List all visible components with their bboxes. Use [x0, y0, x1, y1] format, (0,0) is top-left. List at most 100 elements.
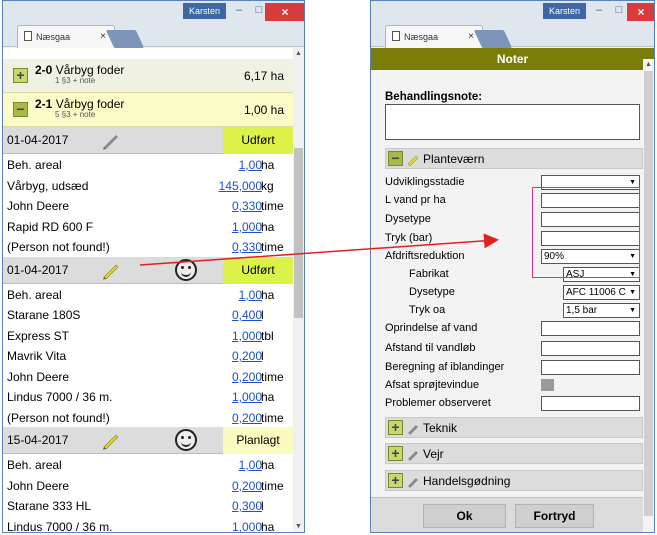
line-unit: ha [261, 219, 275, 234]
collapse-button[interactable]: − [13, 102, 28, 117]
ok-button[interactable]: Ok [423, 504, 506, 528]
line-value-link[interactable]: 1,00 [239, 288, 262, 302]
scroll-thumb[interactable] [294, 148, 303, 318]
collapse-button[interactable]: − [388, 151, 403, 166]
document-icon [24, 31, 32, 41]
browser-tab[interactable]: Næsgaa × [17, 25, 115, 48]
status-badge[interactable]: Udført [223, 127, 293, 154]
section-plantevaern[interactable]: − Planteværn [385, 148, 643, 169]
line-value-link[interactable]: 0,200 [232, 370, 262, 384]
expand-button[interactable]: + [13, 68, 28, 83]
user-button[interactable]: Karsten [543, 3, 587, 19]
form-row: Beregning af iblandinger [385, 360, 643, 375]
status-badge[interactable]: Planlagt [223, 427, 293, 454]
line-value-link[interactable]: 0,330 [232, 240, 262, 254]
line-value-link[interactable]: 1,000 [232, 390, 262, 404]
field-area: 1,00 ha [243, 103, 284, 117]
select-value: 1,5 bar [566, 305, 598, 316]
line-label: Beh. areal [7, 458, 62, 472]
form-label: Afdriftsreduktion [385, 250, 465, 262]
note-textarea[interactable] [385, 104, 640, 140]
oprindelse-input[interactable] [541, 321, 640, 336]
line-value-link[interactable]: 1,000 [232, 220, 262, 234]
line-unit: time [261, 199, 284, 213]
close-window-button[interactable]: × [265, 3, 304, 21]
beregning-input[interactable] [541, 360, 640, 375]
field-crop: Vårbyg foder [55, 63, 125, 77]
list-item: Lindus 7000 / 36 m. 1,000 ha [3, 386, 304, 407]
pencil-icon [408, 451, 418, 461]
section-teknik[interactable]: + Teknik [385, 417, 643, 438]
line-value-link[interactable]: 1,00 [239, 458, 262, 472]
tab-close-icon[interactable]: × [468, 26, 474, 48]
line-value-link[interactable]: 0,200 [232, 349, 262, 363]
line-value-link[interactable]: 1,000 [232, 520, 262, 533]
line-unit: l [261, 308, 264, 322]
afsat-checkbox[interactable] [541, 379, 554, 391]
problemer-input[interactable] [541, 396, 640, 411]
form-row: Afstand til vandløb [385, 341, 643, 356]
user-button[interactable]: Karsten [183, 3, 227, 19]
line-value-link[interactable]: 0,200 [232, 479, 262, 493]
browser-tab[interactable]: Næsgaa × [385, 25, 483, 48]
line-value-link[interactable]: 0,330 [232, 199, 262, 213]
form-label: Problemer observeret [385, 397, 491, 409]
field-subtitle: 1 §3 + note [55, 76, 96, 85]
treatment-date: 01-04-2017 [7, 262, 69, 277]
form-row: Tryk oa 1,5 bar ▼ [385, 303, 643, 318]
scroll-up-icon[interactable]: ▲ [293, 48, 304, 59]
line-value-link[interactable]: 0,200 [232, 411, 262, 425]
line-label: Express ST [7, 328, 70, 343]
line-label: (Person not found!) [7, 240, 110, 254]
list-item: John Deere 0,200 time [3, 366, 304, 387]
dysetype-select[interactable]: AFC 11006 C ▼ [563, 285, 640, 300]
section-handelsgodning[interactable]: + Handelsgødning [385, 470, 643, 491]
form-label: Beregning af iblandinger [385, 361, 505, 373]
line-label: (Person not found!) [7, 410, 110, 425]
section-label: Handelsgødning [423, 474, 511, 488]
scroll-up-icon[interactable]: ▲ [643, 59, 654, 70]
field-row[interactable]: − 2-1 Vårbyg foder 5 §3 + note 1,00 ha [3, 93, 304, 127]
expand-button[interactable]: + [388, 446, 403, 461]
field-number: 2-0 [35, 63, 53, 77]
pencil-icon [408, 478, 418, 488]
list-item: Starane 333 HL 0,300 l [3, 495, 304, 516]
section-vejr[interactable]: + Vejr [385, 443, 643, 464]
treatment-header[interactable]: 15-04-2017 Planlagt [3, 427, 304, 454]
afstand-input[interactable] [541, 341, 640, 356]
scrollbar[interactable]: ▲ ▼ [293, 48, 304, 532]
left-content: + 2-0 Vårbyg foder 1 §3 + note 6,17 ha −… [3, 48, 304, 532]
pencil-icon[interactable] [101, 260, 121, 280]
treatment-header[interactable]: 01-04-2017 Udført [3, 256, 304, 284]
form-label: Fabrikat [409, 268, 449, 280]
line-unit: l [261, 499, 264, 513]
scroll-down-icon[interactable]: ▼ [293, 521, 304, 532]
tab-close-icon[interactable]: × [100, 26, 106, 48]
field-row[interactable]: + 2-0 Vårbyg foder 1 §3 + note 6,17 ha [3, 59, 304, 93]
line-label: Beh. areal [7, 158, 62, 172]
list-item: Vårbyg, udsæd 145,000 kg [3, 175, 304, 196]
line-value-link[interactable]: 1,00 [239, 158, 262, 172]
pencil-icon[interactable] [101, 430, 121, 450]
smiley-icon [175, 258, 197, 281]
pencil-icon [408, 425, 418, 435]
line-value-link[interactable]: 1,000 [232, 329, 262, 343]
line-unit: time [261, 410, 284, 425]
expand-button[interactable]: + [388, 473, 403, 488]
chevron-down-icon: ▼ [629, 307, 636, 314]
form-label: Udviklingsstadie [385, 176, 465, 188]
line-value-link[interactable]: 0,300 [232, 499, 262, 513]
pencil-icon[interactable] [101, 130, 121, 150]
smiley-icon [175, 429, 197, 451]
status-badge[interactable]: Udført [223, 256, 293, 284]
cancel-button[interactable]: Fortryd [515, 504, 594, 528]
expand-button[interactable]: + [388, 420, 403, 435]
scroll-thumb[interactable] [644, 71, 653, 516]
line-value-link[interactable]: 145,000 [219, 179, 262, 193]
line-value-link[interactable]: 0,400 [232, 308, 262, 322]
scrollbar[interactable]: ▲ [643, 59, 654, 532]
close-window-button[interactable]: × [627, 3, 654, 21]
tryk-oa-select[interactable]: 1,5 bar ▼ [563, 303, 640, 318]
list-item: Express ST 1,000 tbl [3, 325, 304, 346]
treatment-header[interactable]: 01-04-2017 Udført [3, 127, 304, 154]
